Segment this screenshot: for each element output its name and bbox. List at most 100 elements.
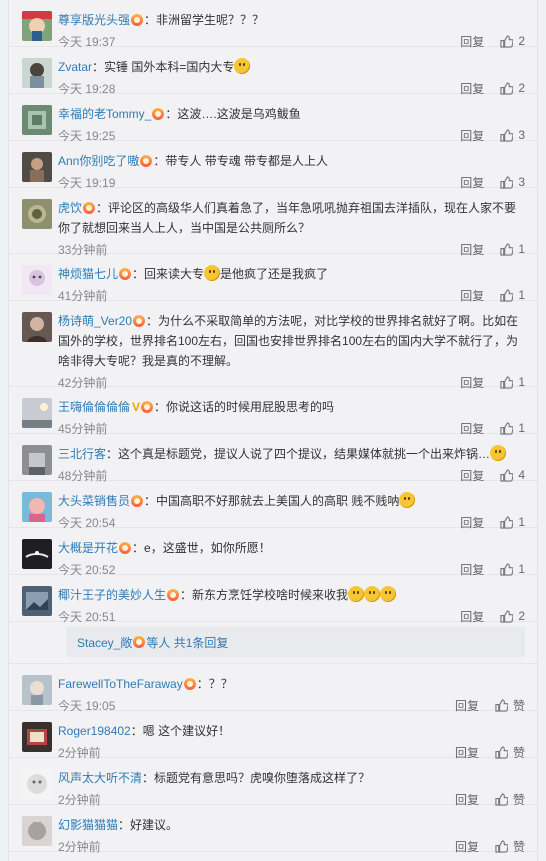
thumbs-up-icon (495, 698, 508, 712)
username[interactable]: 神烦猫七儿 (58, 267, 118, 281)
comment-body: e，这盛世，如你所愿！ (144, 541, 271, 555)
comment-item: 神烦猫七儿 ：回来读大专 是他疯了还是我疯了 41分钟前 回复 1 (9, 254, 537, 303)
like-button[interactable]: 1 (500, 515, 525, 529)
thumbs-up-icon (500, 175, 514, 189)
comment-text: 大头菜销售员 ：中国高职不好那就去上美国人的高职 贱不贱呐 (58, 491, 525, 511)
thumbs-up-icon (500, 609, 514, 623)
comment-actions: 回复 2 (460, 608, 525, 625)
comment-text: 幸福的老Tommy_ ：这波….这波是乌鸡鲅鱼 (58, 107, 301, 121)
thumbs-up-icon (495, 839, 508, 853)
comment-item: 尊享版光头强 ：非洲留学生呢？？？ 今天 19:37 回复 2 (9, 0, 537, 49)
avatar[interactable] (22, 769, 52, 799)
avatar[interactable] (22, 199, 52, 229)
like-count: 2 (518, 609, 525, 623)
like-button[interactable]: 2 (500, 81, 525, 95)
username[interactable]: Ann你别吃了嗷 (58, 154, 139, 168)
thumbs-up-icon (495, 745, 508, 759)
like-count: 3 (518, 128, 525, 142)
avatar[interactable] (22, 105, 52, 135)
like-button[interactable]: 4 (500, 468, 525, 482)
comment-item: Zvatar：实锤 国外本科=国内大专 今天 19:28 回复 2 (9, 47, 537, 96)
like-button[interactable]: 3 (500, 175, 525, 189)
reply-summary[interactable]: Stacey_敞 等人 共1条回复 (66, 627, 525, 657)
avatar[interactable] (22, 539, 52, 569)
comment-item: 三北行客：这个真是标题党，提议人说了四个提议，结果媒体就挑一个出来炸锅… 48分… (9, 434, 537, 483)
reply-button[interactable]: 回复 (460, 608, 484, 625)
avatar[interactable] (22, 265, 52, 295)
like-button[interactable]: 1 (500, 562, 525, 576)
username[interactable]: FarewellToTheFaraway (58, 677, 183, 691)
comment-body: 非洲留学生呢？？？ (156, 13, 265, 27)
emoji-icon (380, 586, 397, 602)
avatar[interactable] (22, 675, 52, 705)
username[interactable]: 大概是开花 (58, 541, 118, 555)
username[interactable]: 风声太大听不清 (58, 771, 142, 785)
thumbs-up-icon (500, 81, 514, 95)
comment-text: 神烦猫七儿 ：回来读大专 是他疯了还是我疯了 (58, 265, 329, 281)
like-button[interactable]: 2 (500, 34, 525, 48)
comment-text: 虎饮 ：评论区的高级华人们真着急了，当年急吼吼抛弃祖国去洋插队，现在人家不要你了就… (58, 201, 517, 235)
thumbs-up-icon (500, 515, 514, 529)
avatar[interactable] (22, 398, 52, 428)
like-button[interactable]: 1 (500, 421, 525, 435)
avatar[interactable] (22, 816, 52, 846)
reply-summary-user[interactable]: Stacey_敞 (77, 634, 132, 651)
comment-body-before: 回来读大专 (144, 267, 205, 281)
avatar[interactable] (22, 11, 52, 41)
avatar[interactable] (22, 152, 52, 182)
avatar[interactable] (22, 586, 52, 616)
comment-body: 标题党有意思吗？虎嗅你堕落成这样了？ (154, 771, 371, 785)
username[interactable]: 杨诗萌_Ver20 (58, 314, 132, 328)
username[interactable]: Zvatar (58, 60, 92, 74)
like-count: 2 (518, 34, 525, 48)
avatar[interactable] (22, 445, 52, 475)
comment-body: 评论区的高级华人们真着急了，当年急吼吼抛弃祖国去洋插队，现在人家不要你了就想回来… (58, 201, 517, 235)
comment-text: 大概是开花 ：e，这盛世，如你所愿！ (58, 541, 271, 555)
like-count: 3 (518, 175, 525, 189)
username[interactable]: 幸福的老Tommy_ (58, 107, 151, 121)
comment-meta: 2分钟前 回复 赞 (58, 836, 525, 856)
comment-text: Roger198402：嗯 这个建议好！ (58, 724, 231, 738)
avatar[interactable] (22, 722, 52, 752)
comment-body: 带专人 带专魂 带专都是人上人 (165, 154, 329, 168)
username[interactable]: 王嗨倫倫倫倫 (58, 400, 130, 414)
member-badge-icon (131, 14, 144, 26)
emoji-icon (348, 586, 365, 602)
username[interactable]: 幻影猫猫猫 (58, 818, 118, 832)
avatar[interactable] (22, 58, 52, 88)
username[interactable]: 椰汁王子的美妙人生 (58, 588, 166, 602)
comment-text: 三北行客：这个真是标题党，提议人说了四个提议，结果媒体就挑一个出来炸锅… (58, 444, 525, 464)
like-button[interactable]: 赞 (495, 838, 525, 855)
username[interactable]: 虎饮 (58, 201, 82, 215)
thumbs-up-icon (500, 562, 514, 576)
member-badge-icon (133, 315, 146, 327)
avatar[interactable] (22, 312, 52, 342)
comment-item: Roger198402：嗯 这个建议好！ 2分钟前 回复 赞 (9, 711, 537, 760)
comment-body-after: 是他疯了还是我疯了 (220, 267, 329, 281)
member-badge-icon (183, 678, 196, 690)
thumbs-up-icon (500, 468, 514, 482)
vip-badge: V (132, 400, 141, 414)
like-button[interactable]: 3 (500, 128, 525, 142)
username[interactable]: 三北行客 (58, 447, 106, 461)
like-count: 1 (518, 562, 525, 576)
comment-item: 幻影猫猫猫：好建议。 2分钟前 回复 赞 (9, 805, 537, 854)
comment-body: 中国高职不好那就去上美国人的高职 贱不贱呐 (156, 494, 400, 508)
member-badge-icon (133, 636, 146, 648)
comment-item: 大头菜销售员 ：中国高职不好那就去上美国人的高职 贱不贱呐 今天 20:54 回复… (9, 481, 537, 530)
username[interactable]: 尊享版光头强 (58, 13, 130, 27)
comment-text: 杨诗萌_Ver20 ：为什么不采取简单的方法呢，对比学校的世界排名就好了啊。比如在… (58, 314, 519, 368)
username[interactable]: Roger198402 (58, 724, 131, 738)
reply-button[interactable]: 回复 (455, 838, 479, 855)
like-label: 赞 (512, 839, 525, 854)
like-button[interactable]: 2 (500, 609, 525, 623)
emoji-icon (364, 586, 381, 602)
username[interactable]: 大头菜销售员 (58, 494, 130, 508)
like-button[interactable]: 1 (500, 288, 525, 302)
member-badge-icon (152, 108, 165, 120)
thumbs-up-icon (495, 792, 508, 806)
avatar[interactable] (22, 492, 52, 522)
comment-text: 幻影猫猫猫：好建议。 (58, 818, 179, 832)
comment-item: 王嗨倫倫倫倫 V ：你说这话的时候用屁股思考的吗 45分钟前 回复 1 (9, 387, 537, 436)
reply-summary-text: 等人 共1条回复 (146, 635, 229, 650)
